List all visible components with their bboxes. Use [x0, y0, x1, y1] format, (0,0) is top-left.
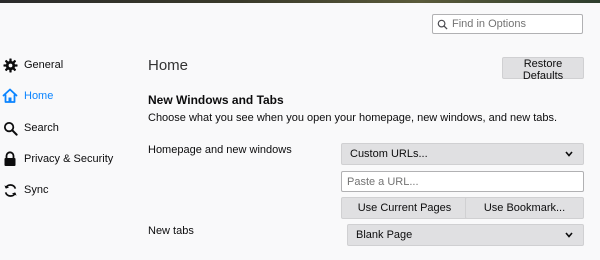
homepage-label: Homepage and new windows	[148, 144, 292, 156]
section-title: New Windows and Tabs	[148, 93, 284, 107]
home-icon	[2, 88, 18, 104]
sidebar-item-general[interactable]: General	[0, 52, 125, 78]
sidebar-item-label: Privacy & Security	[24, 153, 114, 165]
homepage-select[interactable]: Custom URLs...	[341, 143, 584, 165]
sidebar-item-label: General	[24, 59, 64, 71]
search-icon	[437, 19, 448, 30]
find-in-options-search[interactable]	[432, 14, 583, 34]
new-tabs-select-value: Blank Page	[356, 229, 413, 241]
page-title: Home	[148, 57, 189, 74]
sidebar-item-label: Sync	[24, 184, 49, 196]
sync-icon	[2, 182, 18, 198]
sidebar-item-search[interactable]: Search	[0, 115, 125, 141]
section-description: Choose what you see when you open your h…	[148, 112, 558, 124]
sidebar-item-privacy-security[interactable]: Privacy & Security	[0, 146, 125, 172]
restore-defaults-button[interactable]: Restore Defaults	[502, 57, 584, 82]
sidebar-item-sync[interactable]: Sync	[0, 177, 125, 203]
search-input[interactable]	[448, 18, 582, 30]
new-tabs-label: New tabs	[148, 225, 194, 237]
use-bookmark-button[interactable]: Use Bookmark...	[465, 197, 584, 219]
homepage-select-value: Custom URLs...	[350, 148, 428, 160]
sidebar-item-label: Search	[24, 122, 59, 134]
chevron-down-icon	[565, 151, 573, 157]
search-icon	[2, 120, 18, 136]
chevron-down-icon	[565, 232, 573, 238]
new-tabs-select[interactable]: Blank Page	[347, 224, 584, 246]
url-input[interactable]	[341, 171, 584, 192]
use-current-pages-button[interactable]: Use Current Pages	[341, 197, 468, 219]
sidebar-item-home[interactable]: Home	[0, 83, 125, 109]
window-top-strip	[0, 0, 600, 3]
gear-icon	[2, 57, 18, 73]
sidebar-item-label: Home	[24, 90, 54, 102]
lock-icon	[2, 151, 18, 167]
